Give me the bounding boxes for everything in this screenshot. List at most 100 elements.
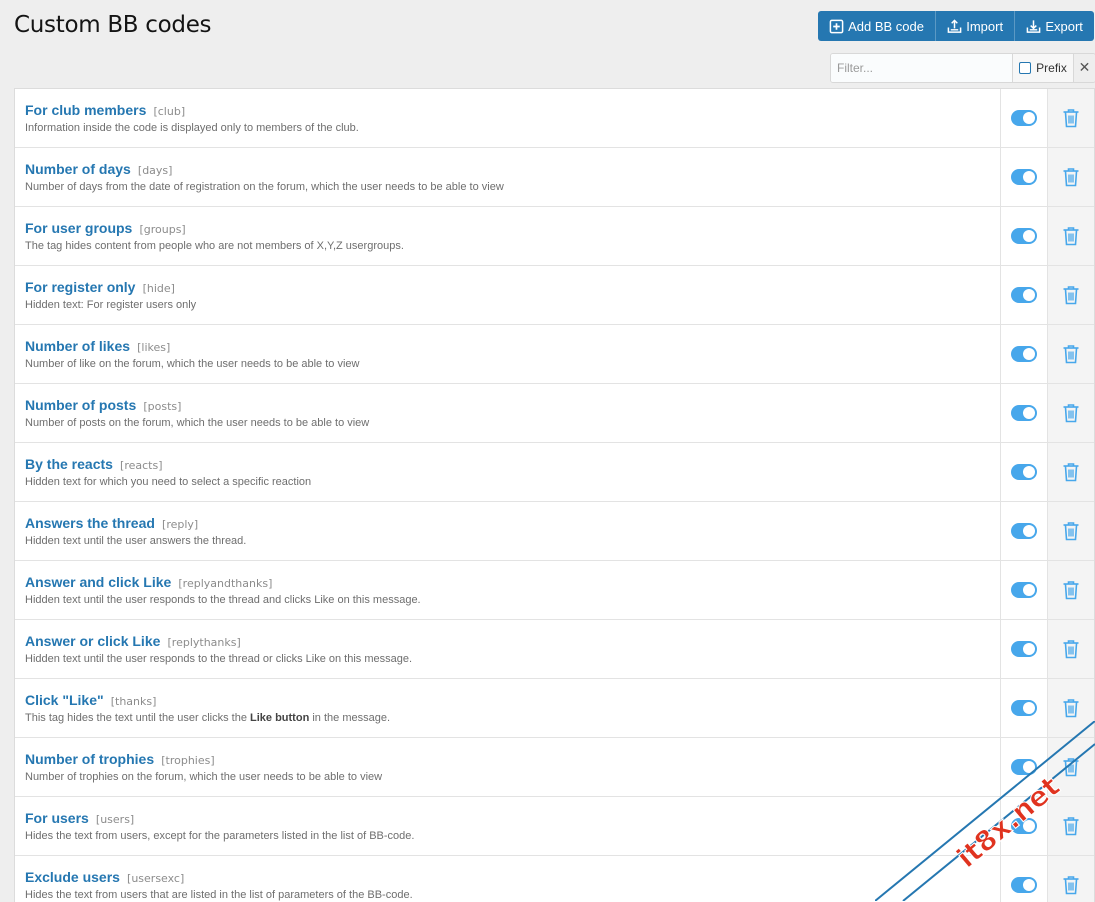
bb-code-link[interactable]: Answer or click Like [replythanks] Hidde…	[15, 620, 1001, 678]
bb-code-link[interactable]: Number of days [days] Number of days fro…	[15, 148, 1001, 206]
bb-code-link[interactable]: Answer and click Like [replyandthanks] H…	[15, 561, 1001, 619]
toggle-cell	[1001, 620, 1048, 678]
bb-code-title: For user groups	[25, 220, 133, 236]
bb-code-title: For users	[25, 810, 89, 826]
bb-code-link[interactable]: Number of trophies [trophies] Number of …	[15, 738, 1001, 796]
export-icon	[1026, 19, 1041, 33]
bb-code-tag: [groups]	[139, 223, 186, 236]
delete-button[interactable]	[1048, 89, 1094, 147]
prefix-checkbox[interactable]: Prefix	[1012, 54, 1073, 82]
bb-code-link[interactable]: For register only [hide] Hidden text: Fo…	[15, 266, 1001, 324]
bb-code-tag: [users]	[95, 813, 135, 826]
toggle-cell	[1001, 561, 1048, 619]
bb-code-link[interactable]: Exclude users [usersexc] Hides the text …	[15, 856, 1001, 902]
bb-code-tag: [reacts]	[120, 459, 163, 472]
trash-icon	[1063, 876, 1079, 895]
enable-toggle[interactable]	[1011, 818, 1037, 834]
delete-button[interactable]	[1048, 207, 1094, 265]
bb-code-link[interactable]: For users [users] Hides the text from us…	[15, 797, 1001, 855]
enable-toggle[interactable]	[1011, 759, 1037, 775]
bb-code-title: Answer or click Like	[25, 633, 161, 649]
enable-toggle[interactable]	[1011, 346, 1037, 362]
import-icon	[947, 18, 962, 33]
bb-code-link[interactable]: For user groups [groups] The tag hides c…	[15, 207, 1001, 265]
trash-icon	[1063, 345, 1079, 364]
bb-code-row: Number of likes [likes] Number of like o…	[15, 325, 1094, 384]
delete-button[interactable]	[1048, 620, 1094, 678]
delete-button[interactable]	[1048, 738, 1094, 796]
enable-toggle[interactable]	[1011, 110, 1037, 126]
bb-code-link[interactable]: Number of likes [likes] Number of like o…	[15, 325, 1001, 383]
enable-toggle[interactable]	[1011, 523, 1037, 539]
clear-filter-button[interactable]: ✕	[1072, 54, 1095, 82]
bb-code-description: Hidden text until the user answers the t…	[25, 535, 247, 547]
trash-icon	[1063, 109, 1079, 128]
enable-toggle[interactable]	[1011, 700, 1037, 716]
bb-code-row: Number of posts [posts] Number of posts …	[15, 384, 1094, 443]
toggle-cell	[1001, 502, 1048, 560]
delete-button[interactable]	[1048, 502, 1094, 560]
enable-toggle[interactable]	[1011, 464, 1037, 480]
bb-code-description: Hidden text for which you need to select…	[25, 476, 312, 488]
delete-button[interactable]	[1048, 266, 1094, 324]
bb-code-row: Exclude users [usersexc] Hides the text …	[15, 856, 1094, 902]
enable-toggle[interactable]	[1011, 877, 1037, 893]
toggle-cell	[1001, 207, 1048, 265]
bb-code-description: Number of days from the date of registra…	[25, 181, 504, 193]
trash-icon	[1063, 817, 1079, 836]
enable-toggle[interactable]	[1011, 405, 1037, 421]
bb-code-tag: [reply]	[162, 518, 199, 531]
bb-code-tag: [trophies]	[161, 754, 215, 767]
bb-code-description: Hides the text from users, except for th…	[25, 830, 415, 842]
filter-input[interactable]	[831, 54, 1013, 82]
enable-toggle[interactable]	[1011, 228, 1037, 244]
bb-code-link[interactable]: Answers the thread [reply] Hidden text u…	[15, 502, 1001, 560]
toggle-cell	[1001, 384, 1048, 442]
bb-code-tag: [usersexc]	[127, 872, 185, 885]
bb-code-description: Hidden text until the user responds to t…	[25, 653, 413, 665]
bb-code-description: Hidden text: For register users only	[25, 299, 197, 311]
delete-button[interactable]	[1048, 384, 1094, 442]
bb-code-description: Hidden text until the user responds to t…	[25, 594, 421, 606]
import-label: Import	[966, 18, 1004, 34]
trash-icon	[1063, 522, 1079, 541]
bb-code-row: Answer or click Like [replythanks] Hidde…	[15, 620, 1094, 679]
delete-button[interactable]	[1048, 856, 1094, 902]
bb-code-link[interactable]: Number of posts [posts] Number of posts …	[15, 384, 1001, 442]
bb-code-link[interactable]: By the reacts [reacts] Hidden text for w…	[15, 443, 1001, 501]
delete-button[interactable]	[1048, 148, 1094, 206]
delete-button[interactable]	[1048, 325, 1094, 383]
bb-code-link[interactable]: Click "Like" [thanks] This tag hides the…	[15, 679, 1001, 737]
trash-icon	[1063, 640, 1079, 659]
toggle-cell	[1001, 89, 1048, 147]
delete-button[interactable]	[1048, 561, 1094, 619]
delete-button[interactable]	[1048, 797, 1094, 855]
action-bar: Add BB code Import Export	[818, 11, 1094, 41]
bb-code-title: For club members	[25, 102, 147, 118]
checkbox-icon	[1019, 62, 1032, 74]
trash-icon	[1063, 404, 1079, 423]
enable-toggle[interactable]	[1011, 287, 1037, 303]
toggle-cell	[1001, 443, 1048, 501]
bb-code-row: Number of days [days] Number of days fro…	[15, 148, 1094, 207]
bb-code-title: Number of posts	[25, 397, 137, 413]
delete-button[interactable]	[1048, 443, 1094, 501]
bb-code-description: Hides the text from users that are liste…	[25, 889, 413, 901]
bb-code-link[interactable]: For club members [club] Information insi…	[15, 89, 1001, 147]
import-button[interactable]: Import	[936, 11, 1016, 41]
bb-code-row: Click "Like" [thanks] This tag hides the…	[15, 679, 1094, 738]
bb-code-title: Exclude users	[25, 869, 120, 885]
enable-toggle[interactable]	[1011, 582, 1037, 598]
enable-toggle[interactable]	[1011, 169, 1037, 185]
page-title: Custom BB codes	[14, 12, 212, 38]
add-bb-code-button[interactable]: Add BB code	[818, 11, 937, 41]
trash-icon	[1063, 581, 1079, 600]
export-label: Export	[1045, 18, 1083, 34]
toggle-cell	[1001, 738, 1048, 796]
bb-code-tag: [likes]	[137, 341, 171, 354]
bb-code-row: For club members [club] Information insi…	[15, 89, 1094, 148]
bb-code-description: Information inside the code is displayed…	[25, 122, 359, 134]
enable-toggle[interactable]	[1011, 641, 1037, 657]
export-button[interactable]: Export	[1015, 11, 1094, 41]
delete-button[interactable]	[1048, 679, 1094, 737]
